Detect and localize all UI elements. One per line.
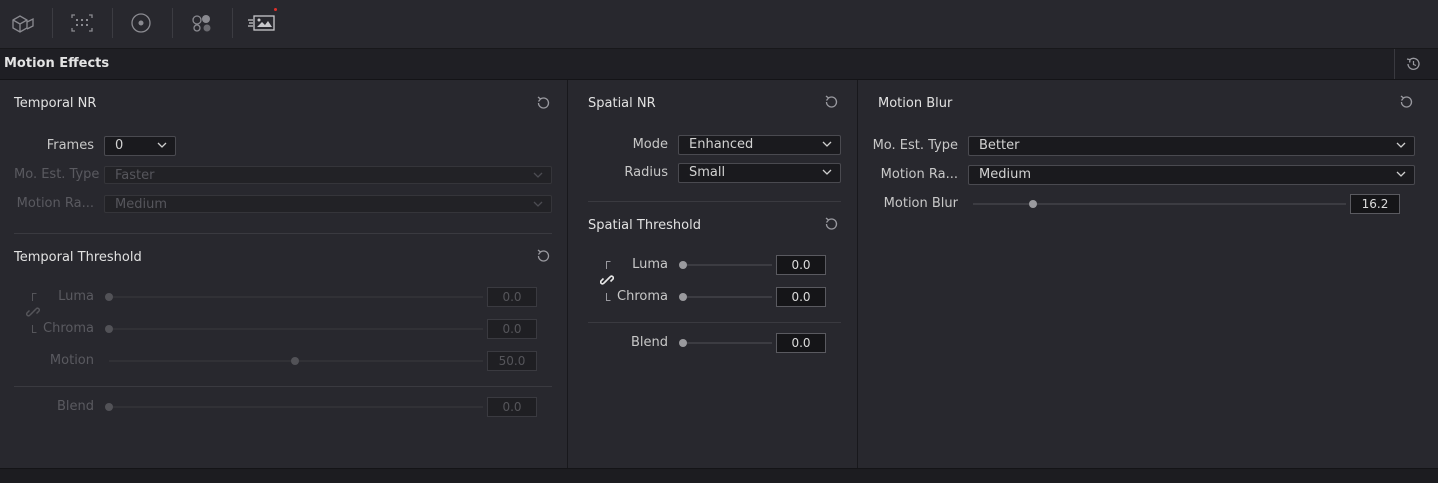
reset-motion-blur-icon[interactable]	[1398, 94, 1414, 110]
luma-label: Luma	[58, 289, 94, 304]
chroma-slider-knob[interactable]	[105, 325, 113, 333]
chevron-down-icon	[822, 141, 832, 147]
spatial-blend-value-box[interactable]: 0.0	[776, 333, 826, 353]
reset-temporal-nr-icon[interactable]	[535, 95, 551, 111]
chroma-label: Chroma	[43, 321, 94, 336]
chroma-value-box[interactable]: 0.0	[487, 319, 537, 339]
blend-slider-track[interactable]	[109, 406, 483, 408]
motion-blur-slider-knob[interactable]	[1029, 200, 1037, 208]
chroma-slider-track[interactable]	[109, 328, 483, 330]
mo-est-type-value: Faster	[115, 168, 155, 183]
chevron-down-icon	[1396, 171, 1406, 177]
blend-value-box[interactable]: 0.0	[487, 397, 537, 417]
nodes-icon[interactable]	[188, 10, 216, 36]
temporal-nr-title: Temporal NR	[14, 96, 97, 111]
luma-slider-track[interactable]	[109, 296, 483, 298]
bracket-bottom-icon	[32, 325, 37, 333]
spatial-luma-slider-track[interactable]	[683, 264, 772, 266]
toolbar	[0, 0, 1438, 49]
divider	[588, 201, 841, 202]
reset-spatial-nr-icon[interactable]	[823, 94, 839, 110]
spatial-threshold-title: Spatial Threshold	[588, 218, 701, 233]
reset-temporal-threshold-icon[interactable]	[535, 248, 551, 264]
mb-mo-est-type-label: Mo. Est. Type	[872, 138, 958, 153]
radius-label: Radius	[624, 165, 668, 180]
panel-header: Motion Effects	[0, 49, 1438, 80]
bracket-top-icon	[606, 261, 611, 269]
target-circle-icon[interactable]	[127, 10, 155, 36]
mb-motion-range-dropdown[interactable]: Medium	[968, 165, 1415, 185]
motion-label: Motion	[49, 353, 94, 368]
chevron-down-icon	[822, 169, 832, 175]
mb-mo-est-type-value: Better	[979, 138, 1020, 153]
motion-range-value: Medium	[115, 197, 167, 212]
indicator-dot	[274, 8, 277, 11]
mb-motion-range-label: Motion Ra...	[880, 167, 958, 182]
mo-est-type-dropdown[interactable]: Faster	[104, 166, 552, 184]
mo-est-type-label: Mo. Est. Type	[14, 167, 100, 182]
divider	[14, 233, 552, 234]
spatial-blend-label: Blend	[630, 335, 668, 350]
chevron-down-icon	[533, 172, 543, 178]
chevron-down-icon	[1396, 142, 1406, 148]
motion-value-box[interactable]: 50.0	[487, 351, 537, 371]
luma-slider-knob[interactable]	[105, 293, 113, 301]
frames-value: 0	[115, 138, 124, 153]
luma-value-box[interactable]: 0.0	[487, 287, 537, 307]
spatial-blend-slider-knob[interactable]	[679, 339, 687, 347]
temporal-threshold-title: Temporal Threshold	[14, 250, 142, 265]
mb-mo-est-type-dropdown[interactable]: Better	[968, 136, 1415, 156]
motion-range-label: Motion Ra...	[16, 196, 94, 211]
mode-label: Mode	[632, 137, 668, 152]
bracket-top-icon	[32, 293, 37, 301]
frames-label: Frames	[46, 138, 94, 153]
radius-dropdown[interactable]: Small	[678, 163, 841, 183]
frames-dropdown[interactable]: 0	[104, 136, 176, 156]
history-reset-icon[interactable]	[1404, 56, 1422, 72]
blend-label: Blend	[56, 399, 94, 414]
spatial-chroma-slider-knob[interactable]	[679, 293, 687, 301]
radius-value: Small	[689, 165, 726, 180]
divider	[14, 386, 552, 387]
bracket-bottom-icon	[606, 293, 611, 301]
spatial-chroma-value-box[interactable]: 0.0	[776, 287, 826, 307]
mode-dropdown[interactable]: Enhanced	[678, 135, 841, 155]
bottom-bar	[0, 468, 1438, 483]
link-icon[interactable]	[600, 273, 614, 287]
spatial-luma-slider-knob[interactable]	[679, 261, 687, 269]
motion-slider-knob[interactable]	[291, 357, 299, 365]
motion-effects-icon[interactable]	[247, 10, 277, 36]
3d-cube-icon[interactable]	[9, 10, 37, 36]
spatial-nr-title: Spatial NR	[588, 96, 656, 111]
spatial-luma-value-box[interactable]: 0.0	[776, 255, 826, 275]
spatial-blend-slider-track[interactable]	[683, 342, 772, 344]
panel-title: Motion Effects	[4, 56, 110, 71]
divider	[588, 322, 841, 323]
grid-select-icon[interactable]	[68, 10, 96, 36]
spatial-chroma-slider-track[interactable]	[683, 296, 772, 298]
motion-range-dropdown[interactable]: Medium	[104, 195, 552, 213]
mb-motion-range-value: Medium	[979, 167, 1031, 182]
spatial-chroma-label: Chroma	[617, 289, 668, 304]
motion-blur-label: Motion Blur	[883, 196, 958, 211]
reset-spatial-threshold-icon[interactable]	[823, 216, 839, 232]
motion-blur-title: Motion Blur	[878, 96, 953, 111]
mode-value: Enhanced	[689, 137, 754, 152]
chevron-down-icon	[157, 142, 167, 148]
motion-blur-value-box[interactable]: 16.2	[1350, 194, 1400, 214]
chevron-down-icon	[533, 201, 543, 207]
link-icon[interactable]	[26, 305, 40, 319]
spatial-luma-label: Luma	[632, 257, 668, 272]
blend-slider-knob[interactable]	[105, 403, 113, 411]
